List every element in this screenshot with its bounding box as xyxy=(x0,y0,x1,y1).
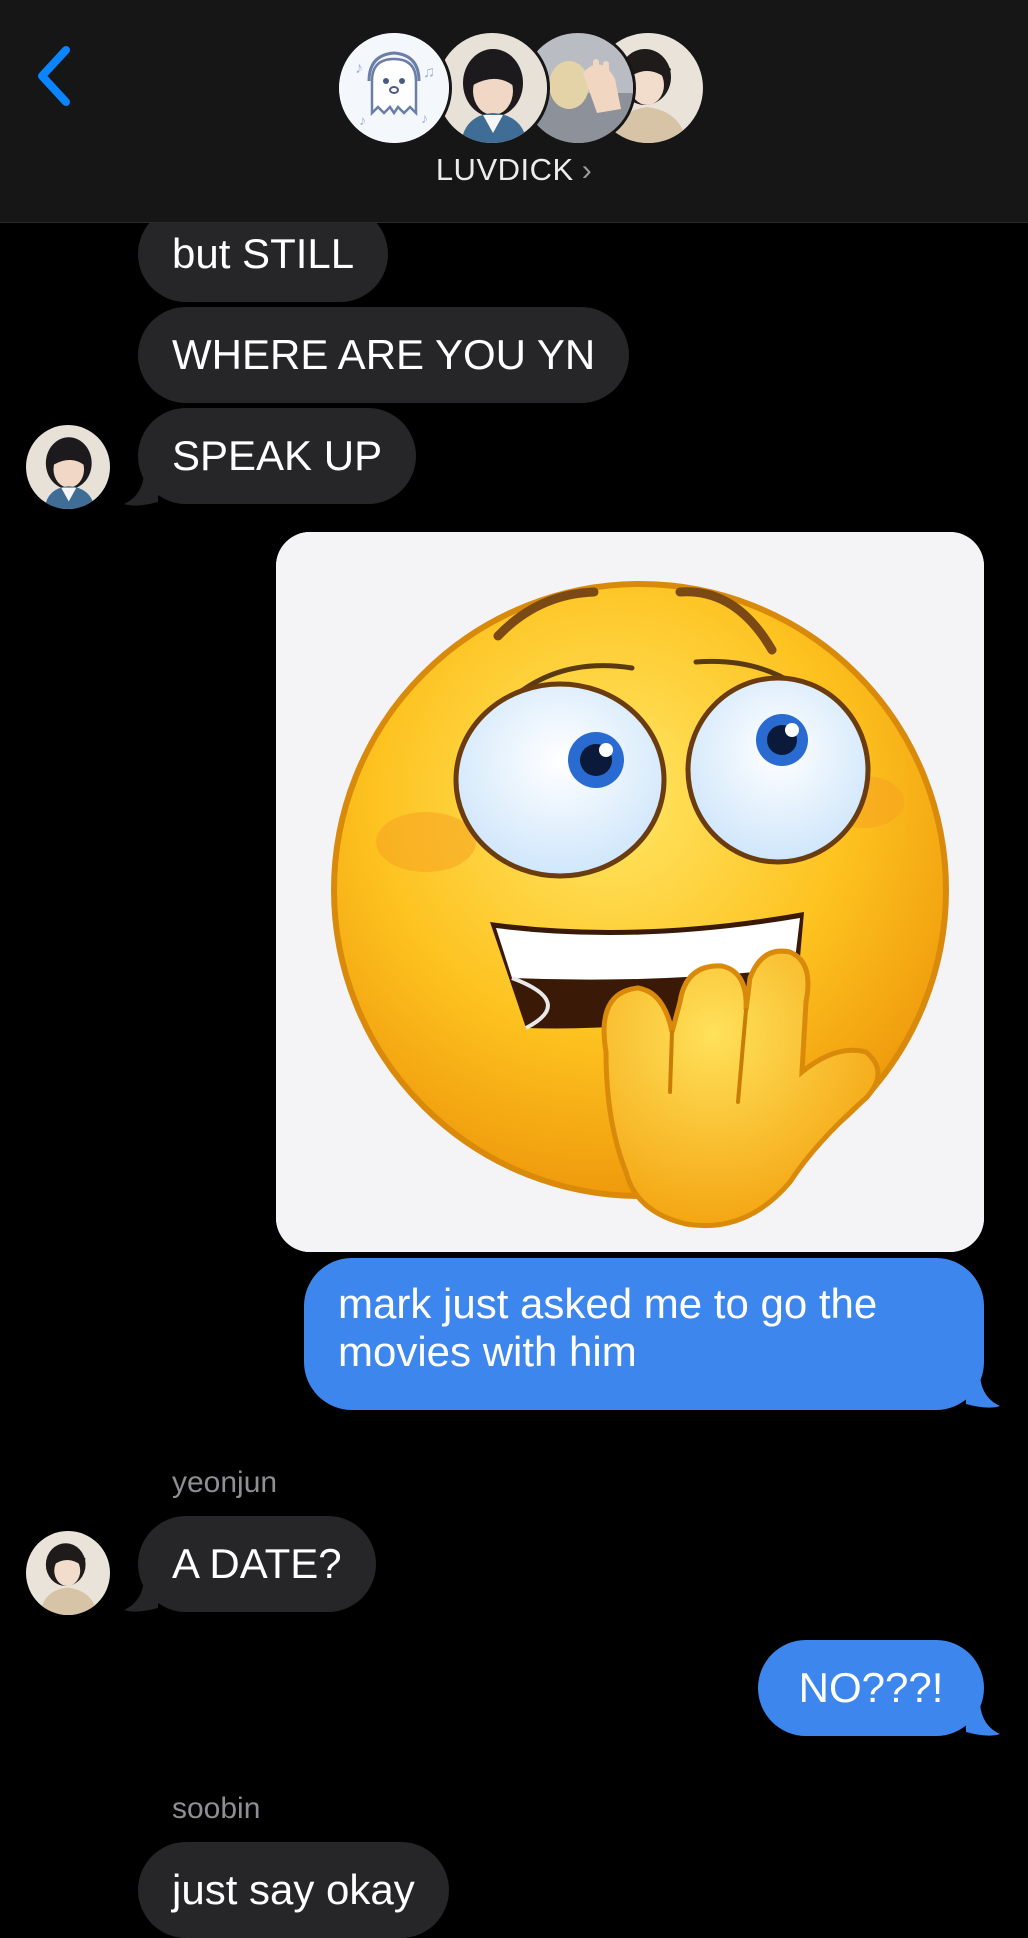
svg-text:♫: ♫ xyxy=(423,64,435,81)
message-text: SPEAK UP xyxy=(172,432,383,479)
chevron-right-icon: › xyxy=(581,154,593,187)
sender-avatar[interactable] xyxy=(26,425,110,509)
image-message[interactable] xyxy=(276,532,984,1252)
incoming-message-bubble[interactable]: SPEAK UP xyxy=(138,408,417,504)
incoming-message-bubble[interactable]: just say okay xyxy=(138,1842,449,1938)
message-text: just say okay xyxy=(172,1866,415,1913)
message-text: mark just asked me to go the movies with… xyxy=(338,1280,878,1375)
bubble-tail xyxy=(966,1376,1000,1408)
group-avatars[interactable]: ♪ ♫ ♪ ♪ xyxy=(336,30,706,146)
sender-avatar[interactable] xyxy=(26,1531,110,1615)
conversation-header: ♪ ♫ ♪ ♪ LUVDICK › xyxy=(0,0,1028,223)
message-text: A DATE? xyxy=(172,1540,342,1587)
avatar-ghost: ♪ ♫ ♪ ♪ xyxy=(336,30,452,146)
outgoing-message-bubble[interactable]: mark just asked me to go the movies with… xyxy=(304,1258,984,1410)
chevron-left-icon xyxy=(38,46,70,106)
back-button[interactable] xyxy=(28,40,80,112)
svg-text:♪: ♪ xyxy=(359,112,366,128)
outgoing-message-bubble[interactable]: NO???! xyxy=(758,1640,984,1736)
message-text: NO???! xyxy=(798,1664,944,1711)
svg-text:♪: ♪ xyxy=(421,110,428,126)
bubble-tail xyxy=(966,1704,1000,1736)
message-text: WHERE ARE YOU YN xyxy=(172,331,596,378)
nervous-grin-emoji-image xyxy=(276,532,984,1252)
message-text: but STILL xyxy=(172,230,355,277)
sender-name: yeonjun xyxy=(172,1466,278,1499)
incoming-message-bubble[interactable]: WHERE ARE YOU YN xyxy=(138,307,630,403)
ghost-icon: ♪ ♫ ♪ ♪ xyxy=(339,33,449,143)
incoming-message-bubble[interactable]: A DATE? xyxy=(138,1516,376,1612)
group-name-label: LUVDICK xyxy=(435,152,574,187)
svg-text:♪: ♪ xyxy=(355,60,363,77)
group-name[interactable]: LUVDICK › xyxy=(0,152,1028,188)
message-feed[interactable]: but STILL WHERE ARE YOU YN SPEAK UP mark… xyxy=(0,0,1028,1938)
sender-name: soobin xyxy=(172,1792,261,1825)
